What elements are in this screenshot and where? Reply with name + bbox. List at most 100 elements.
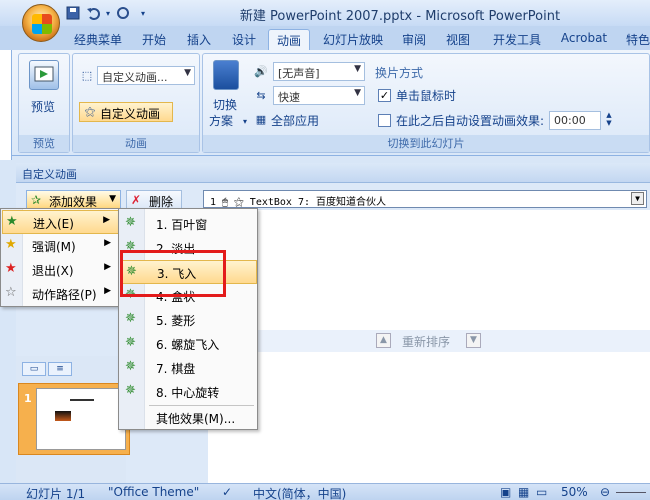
zoom-out-icon[interactable]: ⊖	[600, 485, 610, 499]
slideshow-view-icon[interactable]: ▭	[536, 485, 547, 499]
undo-icon[interactable]	[84, 4, 102, 22]
tab-featured[interactable]: 特色	[620, 29, 650, 50]
auto-after-checkbox[interactable]	[378, 114, 391, 127]
on-click-checkbox[interactable]: ✓	[378, 89, 391, 102]
effect-checkerboard[interactable]: ✵ 7. 棋盘	[120, 356, 257, 380]
custom-animation-icon: ⚝	[84, 105, 96, 118]
menu-item-emphasis[interactable]: ★ 强调(M) ▶	[2, 234, 119, 258]
move-up-icon[interactable]: ▲	[376, 333, 391, 348]
effect-star-icon: ✵	[125, 311, 136, 326]
preview-icon[interactable]	[29, 60, 59, 90]
slides-tab[interactable]: ▭	[22, 362, 46, 376]
tab-animation[interactable]: 动画	[268, 29, 310, 50]
transition-sound-value: [无声音]	[278, 67, 320, 80]
effect-center-revolve[interactable]: ✵ 8. 中心旋转	[120, 380, 257, 404]
auto-after-label: 在此之后自动设置动画效果:	[396, 114, 545, 128]
tab-classic-menu[interactable]: 经典菜单	[68, 29, 128, 50]
office-button[interactable]	[22, 4, 60, 42]
add-effect-label: 添加效果	[49, 195, 98, 209]
spellcheck-icon[interactable]: ✓	[222, 485, 232, 499]
apply-all-button[interactable]: 全部应用	[271, 112, 319, 129]
sound-icon: 🔊	[254, 65, 268, 78]
tab-insert[interactable]: 插入	[180, 29, 218, 50]
office-logo-icon	[32, 14, 52, 34]
reorder-bar: ▲ 重新排序 ▼	[208, 330, 650, 352]
menu-item-entrance-label: 进入(E)	[33, 217, 74, 231]
effect-star-icon: ✵	[125, 335, 136, 350]
customize-icon[interactable]: ▾	[134, 4, 152, 22]
transition-speed-combo[interactable]: 快速 ▼	[273, 86, 365, 105]
effect-blinds-label: 1. 百叶窗	[156, 218, 208, 232]
effect-star-icon: ✵	[125, 215, 136, 230]
effect-spiral-in[interactable]: ✵ 6. 螺旋飞入	[120, 332, 257, 356]
tab-acrobat[interactable]: Acrobat	[556, 29, 612, 50]
menu-item-exit[interactable]: ★ 退出(X) ▶	[2, 258, 119, 282]
move-down-icon[interactable]: ▼	[466, 333, 481, 348]
menu-item-exit-label: 退出(X)	[32, 264, 74, 278]
star-outline-icon: ☆	[5, 285, 17, 300]
remove-label: 删除	[149, 195, 174, 209]
remove-icon: ✗	[131, 193, 142, 207]
effect-star-icon: ✵	[125, 383, 136, 398]
thumb-title-line	[70, 399, 94, 401]
effect-blinds[interactable]: ✵ 1. 百叶窗	[120, 212, 257, 236]
transition-scheme-label-1[interactable]: 切换	[213, 96, 237, 113]
transition-sound-combo[interactable]: [无声音] ▼	[273, 62, 365, 81]
speed-icon: ⇆	[256, 89, 266, 102]
normal-view-icon[interactable]: ▣	[500, 485, 511, 499]
preview-group: 预览 预览	[18, 53, 70, 153]
save-icon[interactable]	[64, 4, 82, 22]
tab-developer[interactable]: 开发工具	[486, 29, 548, 50]
tab-design[interactable]: 设计	[225, 29, 263, 50]
tab-view[interactable]: 视图	[440, 29, 476, 50]
effect-star-icon: ✵	[125, 359, 136, 374]
spinner-icon[interactable]: ▲ ▼	[601, 111, 617, 127]
animation-style-icon: ⬚	[81, 69, 93, 82]
thumb-image	[55, 411, 71, 421]
slide-edge	[0, 50, 12, 160]
animation-list-item[interactable]: 1 🖱 ⚝ TextBox 7: 百度知道合伙人 ▼	[203, 190, 647, 208]
effect-center-revolve-label: 8. 中心旋转	[156, 386, 220, 400]
transition-scheme-label-2[interactable]: 方案	[209, 112, 233, 129]
add-effect-menu: ★ 进入(E) ▶ ★ 强调(M) ▶ ★ 退出(X) ▶ ☆ 动作路径(P) …	[0, 208, 120, 307]
menu-item-motion-path[interactable]: ☆ 动作路径(P) ▶	[2, 282, 119, 306]
tab-home[interactable]: 开始	[135, 29, 173, 50]
effect-diamond[interactable]: ✵ 5. 菱形	[120, 308, 257, 332]
transition-scheme-icon[interactable]	[213, 60, 239, 90]
menu-item-entrance[interactable]: ★ 进入(E) ▶	[2, 210, 119, 234]
ribbon-tab-bar: 经典菜单 开始 插入 设计 动画 幻灯片放映 审阅 视图 开发工具 Acroba…	[0, 26, 650, 50]
auto-after-time-input[interactable]: 00:00	[549, 111, 601, 130]
effect-spiral-in-label: 6. 螺旋飞入	[156, 338, 220, 352]
custom-animation-button[interactable]: ⚝ 自定义动画	[79, 102, 173, 122]
tab-slideshow[interactable]: 幻灯片放映	[318, 29, 388, 50]
outline-tab[interactable]: ≡	[48, 362, 72, 376]
animation-combo[interactable]: 自定义动画... ▼	[97, 66, 195, 85]
redo-icon[interactable]	[114, 4, 132, 22]
slide-info: 幻灯片 1/1	[26, 487, 86, 500]
slide-thumbnail[interactable]	[36, 388, 126, 450]
sorter-view-icon[interactable]: ▦	[518, 485, 529, 499]
custom-animation-pane-header: 自定义动画	[16, 163, 650, 183]
remove-button[interactable]: ✗ 删除	[126, 190, 182, 210]
animation-list[interactable]	[208, 210, 650, 330]
dropdown-icon[interactable]: ▾	[104, 4, 112, 22]
apply-all-icon: ▦	[255, 113, 267, 126]
chevron-down-icon[interactable]: ▼	[631, 192, 644, 205]
star-red-icon: ★	[5, 261, 17, 276]
preview-button-label[interactable]: 预览	[31, 98, 55, 115]
title-bar: ▾ ▾ 新建 PowerPoint 2007.pptx - Microsoft …	[0, 0, 650, 26]
add-effect-button[interactable]: ✰ 添加效果 ▼	[26, 190, 121, 210]
star-yellow-icon: ★	[5, 237, 17, 252]
advance-slide-title: 换片方式	[375, 66, 424, 80]
zoom-slider[interactable]	[616, 492, 646, 493]
language: 中文(简体，中国)	[253, 487, 347, 500]
menu-item-emphasis-label: 强调(M)	[32, 240, 76, 254]
highlight-annotation-box	[120, 250, 226, 297]
animation-group-label: 动画	[73, 135, 199, 152]
more-effects[interactable]: 其他效果(M)...	[120, 406, 257, 430]
quick-access-toolbar: ▾ ▾	[64, 3, 152, 23]
tab-review[interactable]: 审阅	[396, 29, 432, 50]
menu-item-motion-path-label: 动作路径(P)	[32, 288, 97, 302]
transition-group: 切换 方案 ▾ 🔊 [无声音] ▼ ⇆ 快速 ▼ ▦ 全部应用 换片方式 ✓ 单…	[202, 53, 650, 153]
on-click-label: 单击鼠标时	[396, 89, 457, 103]
